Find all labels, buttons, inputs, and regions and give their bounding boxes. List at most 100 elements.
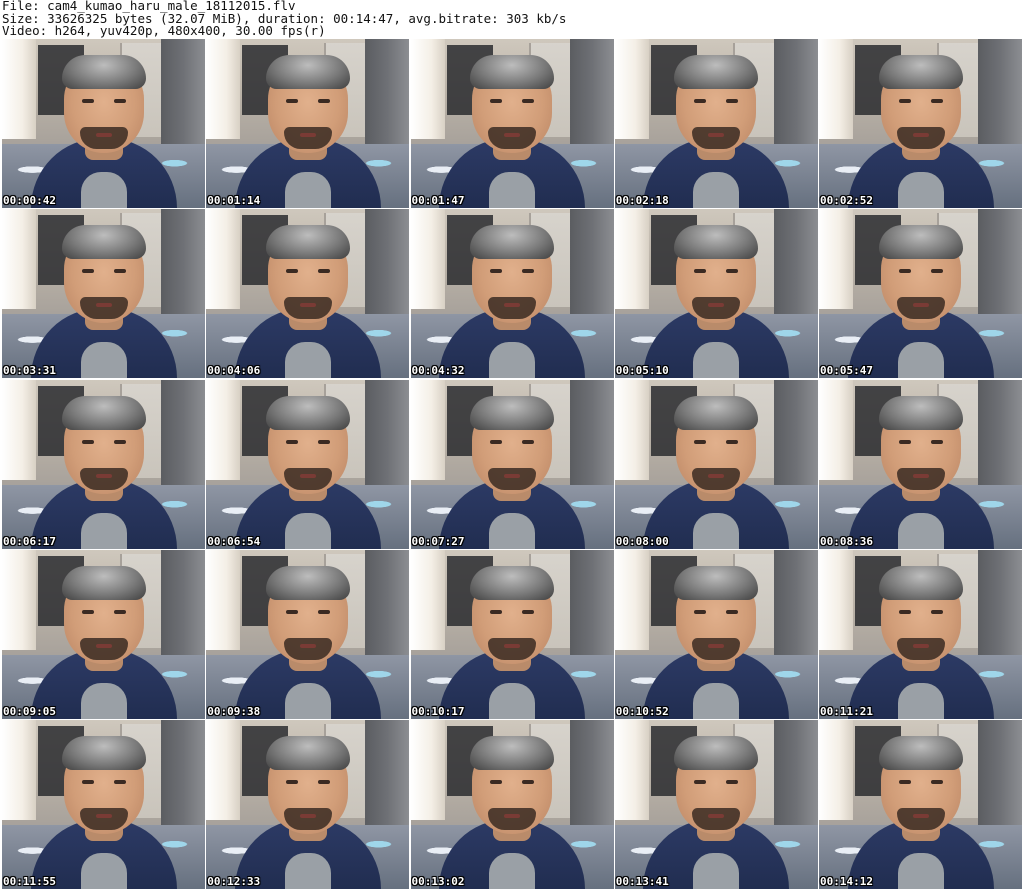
person-head	[878, 736, 963, 834]
person-figure	[19, 736, 189, 889]
person-eye	[726, 269, 739, 274]
thumbnail-timestamp: 00:02:52	[820, 194, 873, 207]
thumbnail-timestamp: 00:09:05	[3, 704, 56, 718]
person-mouth	[504, 473, 520, 478]
person-eye	[81, 609, 94, 614]
thumbnail-timestamp: 00:07:27	[411, 534, 465, 548]
person-eye	[317, 99, 330, 103]
person-figure	[631, 565, 801, 719]
person-eye	[317, 439, 330, 444]
person-eyes	[81, 780, 126, 786]
person-eye	[81, 780, 94, 784]
thumbnail-timestamp: 00:12:33	[207, 875, 261, 888]
person-eye	[930, 269, 943, 274]
person-shirt	[489, 853, 535, 889]
person-mouth	[708, 133, 725, 137]
person-beard	[283, 808, 332, 830]
person-eye	[113, 99, 126, 103]
person-hair	[61, 55, 146, 89]
person-eye	[317, 269, 330, 274]
video-thumbnail: ★ 00:02:18	[614, 39, 818, 208]
person-figure	[427, 225, 597, 379]
thumbnail-timestamp: 00:08:00	[615, 534, 669, 548]
person-figure	[427, 736, 597, 889]
person-mouth	[912, 303, 929, 308]
person-figure	[427, 395, 597, 549]
thumbnail-timestamp: 00:08:36	[820, 534, 873, 548]
person-hair	[61, 395, 146, 430]
person-eye	[726, 780, 739, 784]
person-eye	[930, 609, 943, 614]
person-head	[674, 736, 759, 834]
person-eyes	[285, 99, 330, 105]
person-eye	[490, 609, 502, 614]
person-head	[61, 565, 146, 664]
person-shirt	[489, 342, 535, 379]
person-hair	[470, 395, 554, 430]
person-eye	[694, 439, 707, 444]
thumbnail-timestamp: 00:06:17	[3, 534, 56, 548]
person-shirt	[284, 342, 331, 379]
person-mouth	[299, 303, 316, 308]
video-thumbnail: ★ 00:03:31	[2, 209, 205, 379]
person-figure	[427, 565, 597, 719]
person-eye	[113, 780, 126, 784]
person-eye	[930, 99, 943, 103]
person-eye	[898, 439, 911, 444]
person-mouth	[912, 473, 929, 478]
person-head	[878, 225, 963, 324]
person-eye	[898, 780, 911, 784]
person-head	[470, 565, 554, 664]
person-head	[61, 736, 146, 834]
thumbnail-timestamp: 00:10:17	[411, 704, 465, 718]
thumbnail-timestamp: 00:13:02	[411, 875, 465, 888]
video-thumbnail: ★ 00:11:55	[2, 720, 205, 889]
person-shirt	[284, 512, 331, 549]
person-head	[61, 225, 146, 324]
person-hair	[265, 736, 350, 770]
thumbnail-timestamp: 00:13:41	[615, 875, 669, 888]
person-mouth	[95, 473, 112, 478]
person-figure	[836, 736, 1006, 889]
person-eyes	[285, 269, 330, 275]
person-eye	[898, 99, 911, 103]
person-figure	[19, 565, 189, 719]
person-beard	[79, 808, 128, 830]
video-thumbnail: ★ 00:01:47	[410, 39, 614, 208]
video-thumbnail: ★ 00:06:17	[2, 379, 205, 549]
person-mouth	[299, 643, 316, 648]
person-beard	[79, 637, 128, 660]
person-head	[265, 565, 350, 664]
person-eye	[694, 269, 707, 274]
thumbnail-timestamp: 00:11:21	[820, 704, 873, 718]
person-beard	[283, 637, 332, 660]
video-thumbnail: ★ 00:01:14	[206, 39, 410, 208]
person-eyes	[694, 609, 739, 616]
video-thumbnail: ★ 00:07:27	[410, 379, 614, 549]
person-eye	[898, 609, 911, 614]
person-eyes	[898, 269, 943, 275]
person-eye	[522, 439, 534, 444]
person-eyes	[490, 780, 534, 786]
person-mouth	[504, 814, 520, 818]
thumbnail-timestamp: 00:05:47	[820, 364, 873, 378]
thumbnail-timestamp: 00:11:55	[3, 875, 56, 888]
person-head	[674, 565, 759, 664]
video-thumbnail: ★ 00:06:54	[206, 379, 410, 549]
person-mouth	[95, 303, 112, 308]
person-head	[470, 395, 554, 494]
person-eyes	[490, 609, 534, 616]
person-figure	[836, 225, 1006, 379]
person-hair	[878, 565, 963, 600]
person-head	[470, 225, 554, 324]
thumbnail-timestamp: 00:01:47	[411, 194, 465, 207]
person-eye	[898, 269, 911, 274]
person-shirt	[284, 172, 331, 208]
person-eye	[285, 609, 298, 614]
person-head	[265, 395, 350, 494]
person-hair	[265, 565, 350, 600]
person-hair	[878, 395, 963, 430]
person-eye	[694, 609, 707, 614]
video-thumbnail: ★ 00:10:17	[410, 549, 614, 719]
thumbnail-timestamp: 00:09:38	[207, 704, 261, 718]
